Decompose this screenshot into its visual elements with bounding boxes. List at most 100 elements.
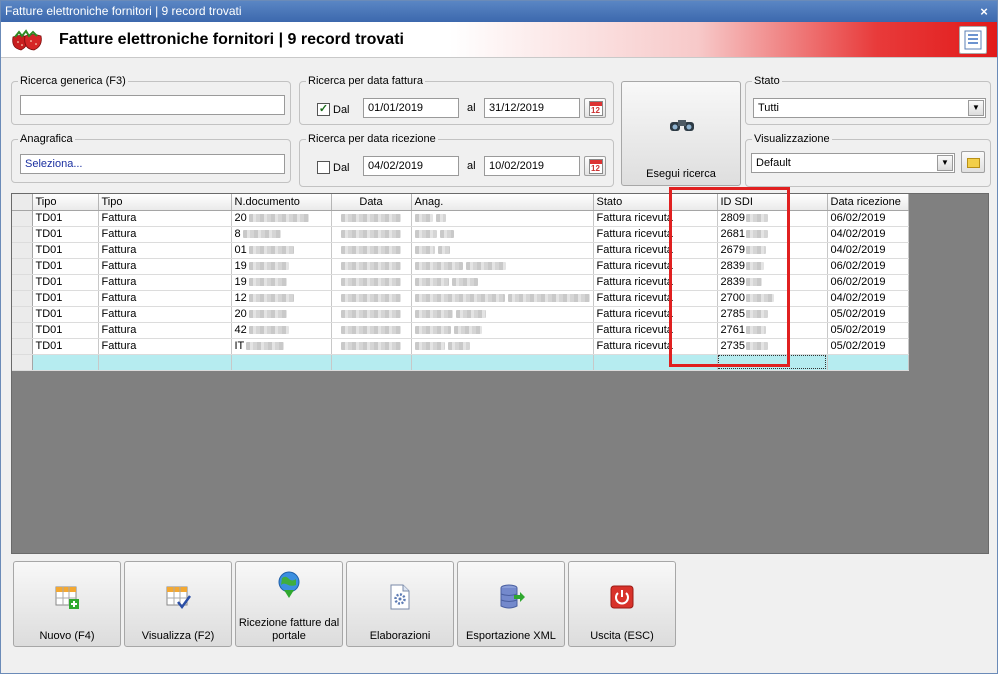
cell-tipo-desc: Fattura (98, 322, 232, 339)
row-header[interactable] (12, 258, 33, 275)
cell-data-ricezione: 05/02/2019 (827, 338, 909, 355)
invoice-grid[interactable]: Tipo Tipo N.documento Data Anag. Stato I… (11, 193, 989, 554)
redacted-text (340, 262, 401, 271)
redacted-text (414, 246, 435, 255)
receipt-calendar-button[interactable]: 12 (584, 156, 606, 176)
invoice-date-to-input[interactable]: 31/12/2019 (484, 98, 580, 118)
new-row-cell[interactable] (827, 354, 909, 371)
ndoc-text: 19 (234, 260, 247, 272)
cell-ndoc: 19 (231, 274, 332, 291)
cell-tipo-desc: Fattura (98, 258, 232, 275)
row-header[interactable] (12, 338, 33, 355)
cell-data-ricezione: 04/02/2019 (827, 226, 909, 243)
globe-download-icon (278, 571, 300, 598)
cell-ndoc: 19 (231, 258, 332, 275)
redacted-text (414, 342, 445, 351)
column-header[interactable]: Data (331, 194, 412, 211)
redacted-text (248, 310, 287, 319)
receipt-al-label: al (467, 160, 476, 172)
view-button-label: Visualizza (F2) (141, 630, 215, 642)
column-header[interactable]: Tipo (98, 194, 232, 211)
redacted-text (248, 262, 289, 271)
cell-data (331, 338, 412, 355)
process-button[interactable]: Elaborazioni (346, 561, 454, 647)
row-header[interactable] (12, 242, 33, 259)
invoice-date-checkbox[interactable]: ✓ (317, 103, 330, 116)
invoice-dal-label: Dal (333, 104, 350, 116)
cell-data (331, 258, 412, 275)
column-header[interactable]: Tipo (32, 194, 99, 211)
cell-data (331, 306, 412, 323)
receipt-date-checkbox[interactable] (317, 161, 330, 174)
redacted-text (414, 214, 433, 223)
exit-button[interactable]: Uscita (ESC) (568, 561, 676, 647)
stato-select[interactable]: Tutti ▼ (753, 98, 986, 118)
invoice-calendar-button[interactable]: 12 (584, 98, 606, 118)
invoice-al-label: al (467, 102, 476, 114)
anagrafica-input[interactable]: Seleziona... (20, 154, 285, 174)
ndoc-text: 20 (234, 308, 247, 320)
export-xml-button[interactable]: Esportazione XML (457, 561, 565, 647)
folder-icon (967, 158, 980, 168)
redacted-text (248, 326, 289, 335)
invoice-date-from-input[interactable]: 01/01/2019 (363, 98, 459, 118)
row-header[interactable] (12, 290, 33, 307)
view-select[interactable]: Default ▼ (751, 153, 955, 173)
open-view-button[interactable] (961, 151, 985, 173)
receipt-date-from-input[interactable]: 04/02/2019 (363, 156, 459, 176)
redacted-text (248, 278, 287, 287)
redacted-text (340, 342, 401, 351)
cell-tipo: TD01 (32, 338, 99, 355)
new-row-cell[interactable] (98, 354, 232, 371)
redacted-text (248, 246, 294, 255)
document-gear-icon (390, 584, 410, 610)
new-row-cell[interactable] (231, 354, 332, 371)
row-header[interactable] (12, 226, 33, 243)
cell-anag (411, 274, 594, 291)
column-header[interactable]: Anag. (411, 194, 594, 211)
exit-button-label: Uscita (ESC) (590, 630, 654, 642)
cell-data-ricezione: 06/02/2019 (827, 210, 909, 227)
row-header[interactable] (12, 210, 33, 227)
cell-ndoc: 12 (231, 290, 332, 307)
receive-invoices-button[interactable]: Ricezione fatture dal portale (235, 561, 343, 647)
generic-search-input[interactable] (20, 95, 285, 115)
receive-invoices-label: Ricezione fatture dal portale (238, 617, 340, 642)
cell-ndoc: 20 (231, 306, 332, 323)
new-row-cell[interactable] (331, 354, 412, 371)
new-row-cell[interactable] (32, 354, 99, 371)
redacted-text (451, 278, 478, 287)
view-grid-icon (166, 586, 192, 610)
row-header[interactable] (12, 322, 33, 339)
redacted-text (246, 342, 285, 351)
cell-anag (411, 226, 594, 243)
cell-ndoc: 42 (231, 322, 332, 339)
receipt-date-to-input[interactable]: 10/02/2019 (484, 156, 580, 176)
column-header[interactable]: Data ricezione (827, 194, 909, 211)
close-icon[interactable]: × (977, 1, 991, 22)
column-header[interactable]: N.documento (231, 194, 332, 211)
new-button[interactable]: Nuovo (F4) (13, 561, 121, 647)
cell-tipo: TD01 (32, 258, 99, 275)
cell-tipo: TD01 (32, 274, 99, 291)
cell-data (331, 242, 412, 259)
cell-tipo: TD01 (32, 306, 99, 323)
cell-tipo-desc: Fattura (98, 226, 232, 243)
redacted-text (414, 310, 453, 319)
row-header-corner (12, 194, 33, 211)
database-export-icon (500, 584, 525, 609)
cell-tipo-desc: Fattura (98, 210, 232, 227)
row-header[interactable] (12, 306, 33, 323)
redacted-text (248, 214, 309, 223)
list-menu-button[interactable] (959, 26, 987, 54)
execute-search-button[interactable]: Esegui ricerca (621, 81, 741, 186)
calendar-icon: 12 (589, 101, 603, 116)
cell-ndoc: 01 (231, 242, 332, 259)
new-row-cell[interactable] (411, 354, 594, 371)
list-icon (964, 30, 982, 50)
redacted-text (455, 310, 486, 319)
row-header[interactable] (12, 354, 33, 371)
view-button[interactable]: Visualizza (F2) (124, 561, 232, 647)
title-bar: Fatture elettroniche fornitori | 9 recor… (1, 1, 997, 22)
row-header[interactable] (12, 274, 33, 291)
